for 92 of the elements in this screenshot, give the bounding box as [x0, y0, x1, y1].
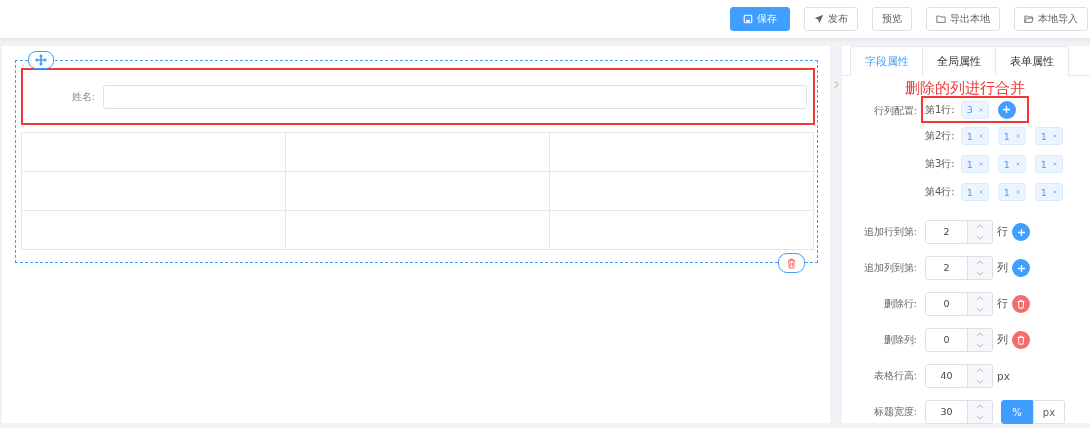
number-input[interactable]: 0 — [925, 328, 993, 352]
close-icon[interactable] — [978, 161, 983, 167]
input-field[interactable] — [103, 84, 807, 109]
field-label: 行列配置: — [872, 105, 918, 118]
column-tag: 1 — [960, 127, 989, 145]
delete-button[interactable] — [1012, 295, 1030, 313]
chevron-down-icon[interactable] — [976, 415, 984, 420]
unit-label: px — [997, 370, 1010, 382]
tab[interactable]: 全局属性 — [923, 46, 996, 76]
unit-label: 列 — [997, 333, 1008, 347]
number-input[interactable]: 40 — [925, 364, 993, 388]
close-icon[interactable] — [1052, 133, 1057, 139]
column-tag: 1 — [997, 155, 1026, 173]
column-tag: 1 — [1034, 183, 1063, 201]
move-icon — [35, 54, 47, 66]
field-label: 标题宽度: — [872, 405, 918, 419]
chevron-up-icon[interactable] — [976, 224, 984, 229]
trash-icon — [1016, 299, 1026, 309]
close-icon[interactable] — [1015, 189, 1020, 195]
folder-icon — [1024, 14, 1034, 24]
save-icon — [743, 14, 753, 24]
column-tag: 1 — [960, 155, 989, 173]
chevron-down-icon[interactable] — [976, 235, 984, 240]
toolbar-button[interactable]: 预览 — [872, 7, 912, 31]
row-label: 第4行: — [925, 185, 955, 199]
column-tag: 1 — [960, 183, 989, 201]
table-cell[interactable] — [22, 133, 286, 172]
column-tag: 1 — [1034, 155, 1063, 173]
number-input[interactable]: 0 — [925, 292, 993, 316]
annotation-text: 删除的列进行合并 — [905, 78, 1026, 98]
chevron-up-icon[interactable] — [976, 368, 984, 373]
folder-icon — [936, 14, 946, 24]
field-label: 姓名: — [70, 89, 96, 104]
toolbar-button[interactable]: 导出本地 — [926, 7, 1000, 31]
close-icon[interactable] — [978, 106, 983, 113]
table-cell[interactable] — [550, 211, 814, 250]
toolbar-button[interactable]: 本地导入 — [1014, 7, 1088, 31]
chevron-down-icon[interactable] — [976, 271, 984, 276]
column-tag: 1 — [1034, 127, 1063, 145]
chevron-up-icon[interactable] — [976, 296, 984, 301]
delete-button[interactable] — [1012, 331, 1030, 349]
add-button[interactable] — [1012, 259, 1030, 277]
unit-label: 行 — [997, 297, 1008, 311]
field-label: 表格行高: — [872, 369, 918, 383]
chevron-down-icon[interactable] — [976, 307, 984, 312]
row-label: 第3行: — [925, 157, 955, 171]
unit-label: 行 — [997, 225, 1008, 239]
column-tag: 1 — [997, 183, 1026, 201]
unit-label: 列 — [997, 261, 1008, 275]
tab[interactable]: 表单属性 — [996, 46, 1069, 76]
add-button[interactable] — [1012, 223, 1030, 241]
close-icon[interactable] — [1015, 133, 1020, 139]
row-label: 第1行: — [925, 102, 955, 117]
field-label: 追加列到第: — [862, 261, 918, 275]
table-cell[interactable] — [550, 133, 814, 172]
move-handle[interactable] — [28, 51, 54, 69]
add-button[interactable] — [997, 100, 1016, 119]
table-cell[interactable] — [286, 133, 550, 172]
table-cell[interactable] — [22, 211, 286, 250]
toolbar-button[interactable]: 发布 — [804, 7, 858, 31]
table-cell[interactable] — [550, 172, 814, 211]
chevron-down-icon[interactable] — [976, 343, 984, 348]
send-icon — [814, 14, 824, 24]
close-icon[interactable] — [978, 189, 983, 195]
trash-icon — [786, 257, 797, 269]
chevron-up-icon[interactable] — [976, 260, 984, 265]
delete-handle[interactable] — [778, 253, 805, 273]
chevron-down-icon[interactable] — [976, 379, 984, 384]
close-icon[interactable] — [978, 133, 983, 139]
table-cell[interactable] — [22, 172, 286, 211]
field-label: 删除行: — [882, 297, 918, 311]
column-tag: 3 — [960, 100, 989, 119]
trash-icon — [1016, 335, 1026, 345]
row-label: 第2行: — [925, 129, 955, 143]
field-label: 追加行到第: — [862, 225, 918, 239]
close-icon[interactable] — [1052, 161, 1057, 167]
close-icon[interactable] — [1052, 189, 1057, 195]
table-cell[interactable] — [286, 211, 550, 250]
plus-icon — [1016, 263, 1026, 273]
number-input[interactable]: 30 — [925, 400, 993, 424]
column-tag: 1 — [997, 127, 1026, 145]
table-cell[interactable] — [286, 172, 550, 211]
plus-icon — [1016, 227, 1026, 237]
chevron-up-icon[interactable] — [976, 404, 984, 409]
chevron-up-icon[interactable] — [976, 332, 984, 337]
number-input[interactable]: 2 — [925, 220, 993, 244]
unit-toggle[interactable]: px — [1033, 400, 1065, 424]
plus-icon — [1002, 105, 1012, 114]
number-input[interactable]: 2 — [925, 256, 993, 280]
field-label: 删除列: — [882, 333, 918, 347]
chevron-right-icon[interactable] — [833, 80, 839, 89]
close-icon[interactable] — [1015, 161, 1020, 167]
